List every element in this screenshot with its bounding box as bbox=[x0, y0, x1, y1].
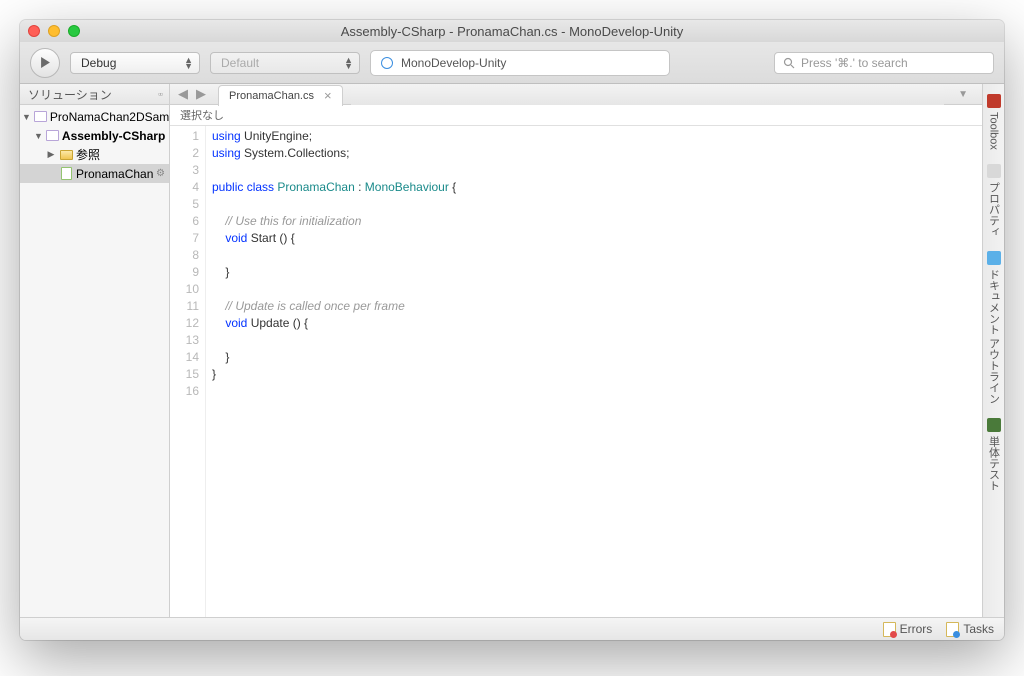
tab-menu-icon[interactable]: ▼ bbox=[952, 89, 974, 100]
line-gutter: 12345678910111213141516 bbox=[170, 126, 206, 617]
solution-header: ソリューション ▫ ▫ bbox=[20, 84, 169, 105]
tasks-icon bbox=[946, 622, 959, 637]
breadcrumb[interactable]: 選択なし bbox=[170, 105, 982, 126]
run-button[interactable] bbox=[30, 48, 60, 78]
tab-bar: ◀ ▶ PronamaChan.cs × ▼ bbox=[170, 84, 982, 105]
maximize-button[interactable] bbox=[68, 25, 80, 37]
minimize-button[interactable] bbox=[48, 25, 60, 37]
code-content[interactable]: using UnityEngine;using System.Collectio… bbox=[206, 126, 982, 617]
folder-icon bbox=[59, 148, 73, 162]
errors-icon bbox=[883, 622, 896, 637]
expand-icon: ▼ bbox=[22, 112, 31, 122]
search-placeholder: Press '⌘.' to search bbox=[801, 56, 908, 70]
close-tab-icon[interactable]: × bbox=[324, 88, 332, 103]
unit-test-icon bbox=[987, 418, 1001, 432]
status-text: MonoDevelop-Unity bbox=[401, 56, 506, 70]
solution-icon bbox=[34, 110, 47, 124]
editor-area: ◀ ▶ PronamaChan.cs × ▼ 選択なし 123456789101… bbox=[170, 84, 982, 617]
updown-icon: ▲▼ bbox=[184, 57, 193, 69]
target-dropdown[interactable]: Default ▲▼ bbox=[210, 52, 360, 74]
csharp-file-icon bbox=[59, 167, 73, 181]
search-icon bbox=[783, 57, 795, 69]
updown-icon: ▲▼ bbox=[344, 57, 353, 69]
solution-panel: ソリューション ▫ ▫ ▼ ProNamaChan2DSample ▼ Asse… bbox=[20, 84, 170, 617]
file-name: PronamaChan.cs bbox=[76, 167, 153, 181]
tab-label: PronamaChan.cs bbox=[229, 90, 314, 102]
monodevelop-icon bbox=[381, 57, 393, 69]
toolbox-tab[interactable]: Toolbox bbox=[985, 88, 1003, 156]
target-label: Default bbox=[221, 56, 259, 70]
gear-icon[interactable]: ⚙ bbox=[156, 168, 165, 179]
play-icon bbox=[40, 57, 51, 68]
tasks-pad[interactable]: Tasks bbox=[946, 622, 994, 637]
solution-name: ProNamaChan2DSample bbox=[50, 110, 169, 124]
toolbar: Debug ▲▼ Default ▲▼ MonoDevelop-Unity Pr… bbox=[20, 42, 1004, 84]
editor-tab[interactable]: PronamaChan.cs × bbox=[218, 85, 343, 106]
references-item[interactable]: ▶ 参照 bbox=[20, 145, 169, 164]
configuration-dropdown[interactable]: Debug ▲▼ bbox=[70, 52, 200, 74]
right-dock: Toolbox プロパティ ドキュメント アウトライン 単体テスト bbox=[982, 84, 1004, 617]
project-name: Assembly-CSharp bbox=[62, 129, 165, 143]
search-input[interactable]: Press '⌘.' to search bbox=[774, 52, 994, 74]
solution-tree: ▼ ProNamaChan2DSample ▼ Assembly-CSharp … bbox=[20, 105, 169, 185]
ide-window: Assembly-CSharp - PronamaChan.cs - MonoD… bbox=[20, 20, 1004, 640]
errors-pad[interactable]: Errors bbox=[883, 622, 933, 637]
expand-icon: ▼ bbox=[34, 131, 43, 141]
properties-tab[interactable]: プロパティ bbox=[984, 158, 1004, 243]
properties-icon bbox=[987, 164, 1001, 178]
close-button[interactable] bbox=[28, 25, 40, 37]
titlebar: Assembly-CSharp - PronamaChan.cs - MonoD… bbox=[20, 20, 1004, 42]
panel-controls-icon[interactable]: ▫ ▫ bbox=[158, 89, 161, 99]
toolbox-icon bbox=[987, 94, 1001, 108]
project-icon bbox=[46, 129, 59, 143]
breadcrumb-text: 選択なし bbox=[180, 107, 224, 123]
expand-icon: ▶ bbox=[46, 149, 56, 160]
file-item[interactable]: PronamaChan.cs ⚙ bbox=[20, 164, 169, 183]
project-item[interactable]: ▼ Assembly-CSharp bbox=[20, 126, 169, 145]
nav-forward-icon[interactable]: ▶ bbox=[196, 86, 206, 102]
references-label: 参照 bbox=[76, 146, 100, 163]
unit-test-tab[interactable]: 単体テスト bbox=[984, 412, 1004, 497]
configuration-label: Debug bbox=[81, 56, 116, 70]
window-title: Assembly-CSharp - PronamaChan.cs - MonoD… bbox=[28, 24, 996, 39]
window-controls bbox=[28, 25, 80, 37]
solution-title: ソリューション bbox=[28, 86, 112, 103]
outline-tab[interactable]: ドキュメント アウトライン bbox=[984, 245, 1004, 410]
nav-back-icon[interactable]: ◀ bbox=[178, 86, 188, 102]
main-area: ソリューション ▫ ▫ ▼ ProNamaChan2DSample ▼ Asse… bbox=[20, 84, 1004, 617]
code-editor[interactable]: 12345678910111213141516 using UnityEngin… bbox=[170, 126, 982, 617]
outline-icon bbox=[987, 251, 1001, 265]
status-bar: Errors Tasks bbox=[20, 617, 1004, 640]
status-display: MonoDevelop-Unity bbox=[370, 50, 670, 76]
solution-root[interactable]: ▼ ProNamaChan2DSample bbox=[20, 107, 169, 126]
